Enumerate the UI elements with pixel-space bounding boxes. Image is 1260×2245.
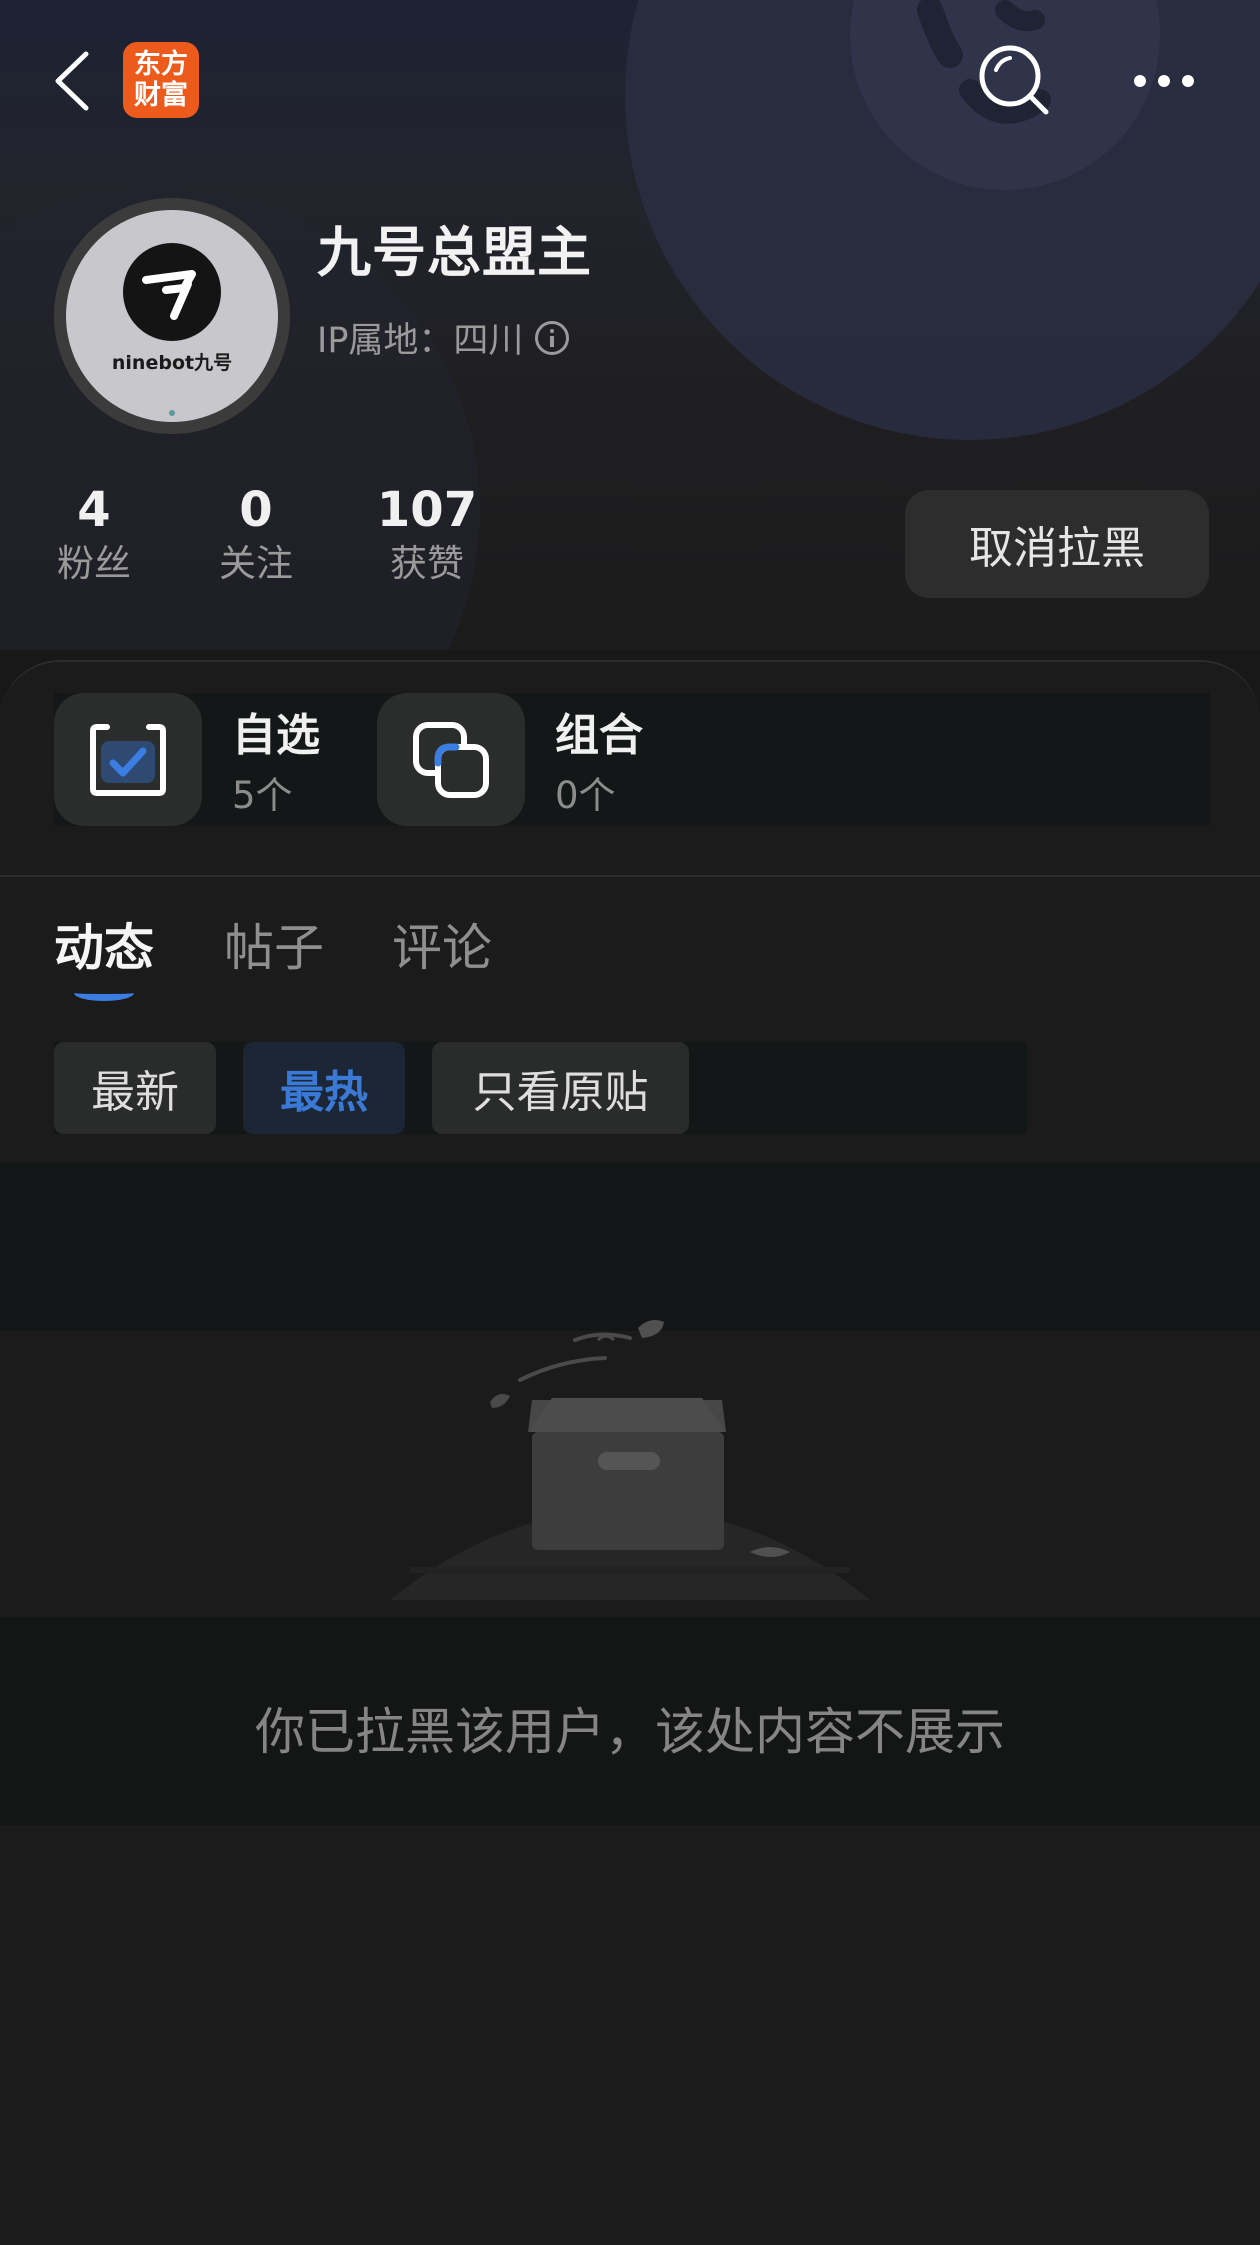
portfolio-stack-icon (413, 722, 489, 798)
quick-link-count: 5个 (232, 774, 293, 817)
more-icon (1134, 75, 1194, 87)
avatar-dot (169, 410, 175, 416)
filter-original-only[interactable]: 只看原贴 (432, 1042, 689, 1134)
avatar-brand-text: ninebot九号 (111, 352, 233, 374)
ip-location: IP属地：四川 (317, 312, 570, 363)
stat-following[interactable]: 0 关注 (216, 480, 296, 588)
avatar-image: ninebot九号 (66, 210, 278, 422)
stat-value: 4 (77, 482, 111, 538)
username: 九号总盟主 (317, 221, 592, 284)
brand-logo-text: 东方 (134, 49, 188, 80)
tab-posts[interactable]: 帖子 (224, 908, 324, 980)
quick-link-portfolio[interactable]: 组合 0个 (377, 693, 677, 826)
filter-latest[interactable]: 最新 (54, 1042, 216, 1134)
stat-value: 107 (376, 482, 478, 538)
ip-location-text: IP属地：四川 (317, 321, 524, 361)
blocked-content-message: 你已拉黑该用户，该处内容不展示 (255, 1703, 1005, 1761)
back-button[interactable] (48, 46, 100, 116)
quick-link-title: 组合 (555, 710, 643, 761)
tab-comments[interactable]: 评论 (392, 908, 492, 980)
quick-link-icon-tile (377, 693, 525, 826)
stat-value: 0 (239, 482, 273, 538)
stat-label: 关注 (219, 542, 293, 585)
watchlist-check-icon (90, 724, 166, 796)
unblock-button[interactable]: 取消拉黑 (905, 490, 1209, 598)
active-tab-indicator (74, 985, 134, 1001)
stat-label: 获赞 (390, 542, 464, 585)
quick-link-watchlist[interactable]: 自选 5个 (54, 693, 354, 826)
back-arrow-icon (55, 51, 89, 111)
top-navigation-bar: 东方 财富 (0, 0, 1260, 160)
filter-hottest[interactable]: 最热 (243, 1042, 405, 1134)
brand-logo-text: 财富 (134, 80, 188, 111)
info-icon[interactable] (535, 320, 570, 355)
divider (0, 875, 1260, 877)
avatar[interactable]: ninebot九号 (54, 198, 290, 434)
empty-box-illustration (390, 1320, 870, 1600)
stat-label: 粉丝 (57, 542, 131, 585)
search-icon (979, 45, 1049, 115)
brand-logo: 东方 财富 (123, 42, 199, 118)
ninebot-logo-icon (123, 243, 221, 341)
tab-activity[interactable]: 动态 (54, 908, 154, 980)
stat-likes[interactable]: 107 获赞 (375, 480, 479, 588)
background-band (0, 1163, 1260, 1331)
quick-link-count: 0个 (555, 774, 616, 817)
quick-link-title: 自选 (232, 710, 320, 761)
search-button[interactable] (976, 42, 1052, 118)
stat-followers[interactable]: 4 粉丝 (54, 480, 134, 588)
quick-link-icon-tile (54, 693, 202, 826)
more-options-button[interactable] (1124, 56, 1204, 106)
